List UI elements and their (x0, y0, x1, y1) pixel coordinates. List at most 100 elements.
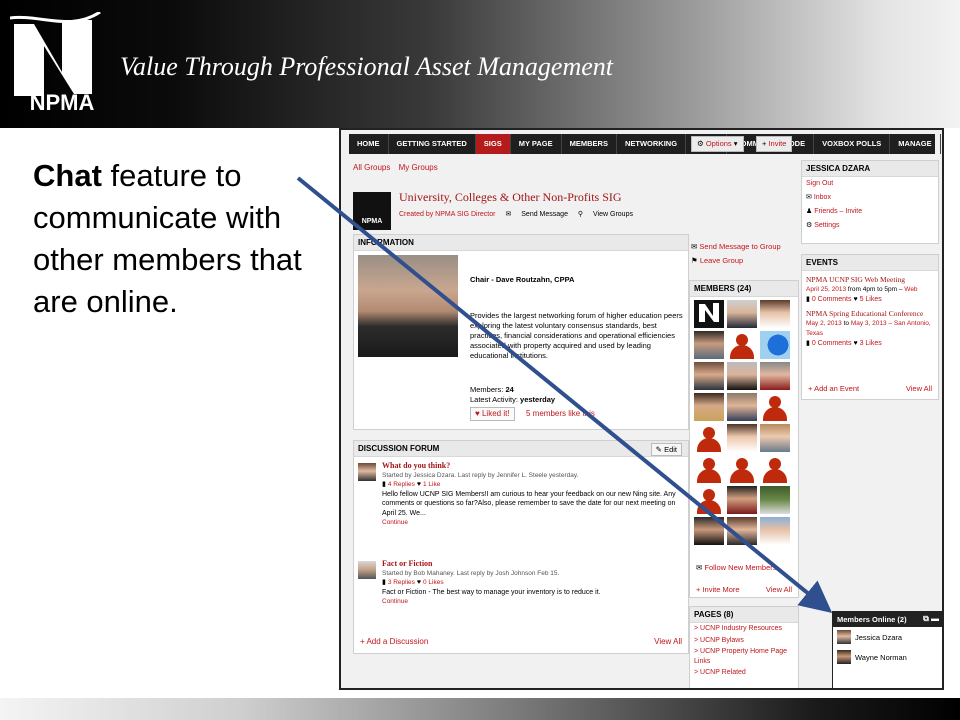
invite-more-link[interactable]: + Invite More (696, 585, 740, 594)
members-panel: MEMBERS (24) ✉ Follow New Members + Invi… (689, 280, 799, 598)
member-avatar[interactable] (694, 300, 724, 328)
gear-icon: ⚙ (697, 139, 704, 148)
settings-link[interactable]: ⚙ Settings (802, 219, 938, 233)
events-panel: EVENTS NPMA UCNP SIG Web Meeting April 2… (801, 254, 939, 400)
member-avatar[interactable] (727, 517, 757, 545)
chat-minimize-icon[interactable]: ⧉ ▬ (923, 614, 939, 624)
member-avatar[interactable] (727, 455, 757, 483)
member-avatar[interactable] (694, 517, 724, 545)
invite-label: Invite (768, 139, 787, 148)
group-main: All Groups My Groups NPMA University, Co… (349, 156, 689, 688)
member-avatar[interactable] (727, 331, 757, 359)
page-link[interactable]: > UCNP Property Home Page Links (690, 647, 798, 667)
member-avatar[interactable] (694, 455, 724, 483)
follow-new-members-link[interactable]: ✉ Follow New Members (696, 563, 777, 572)
add-event-link[interactable]: + Add an Event (808, 384, 859, 393)
member-avatar[interactable] (694, 331, 724, 359)
comment-icon: ▮ (382, 579, 386, 586)
member-avatar[interactable] (760, 300, 790, 328)
event-title[interactable]: NPMA UCNP SIG Web Meeting (806, 275, 934, 285)
member-avatar[interactable] (694, 393, 724, 421)
chat-user[interactable]: Wayne Norman (833, 647, 942, 667)
nav-item-my-page[interactable]: MY PAGE (511, 134, 562, 154)
event-date-end: Web (904, 286, 918, 293)
send-message-link[interactable]: Send Message (521, 211, 568, 218)
comment-icon: ▮ (382, 481, 386, 488)
binoculars-icon: ⚲ (577, 211, 584, 218)
member-avatar[interactable] (727, 300, 757, 328)
avatar (358, 561, 376, 579)
member-avatar[interactable] (760, 331, 790, 359)
information-header: INFORMATION (354, 235, 688, 251)
friends-invite-link[interactable]: Invite (845, 208, 862, 215)
member-avatar[interactable] (694, 362, 724, 390)
edit-button[interactable]: ✎ Edit (650, 443, 682, 456)
page-link[interactable]: > UCNP Industry Resources (690, 623, 798, 635)
leave-group-link[interactable]: ⚑ Leave Group (691, 254, 799, 268)
member-avatar[interactable] (694, 486, 724, 514)
liked-label: Liked it! (481, 409, 510, 418)
chat-header[interactable]: Members Online (2) ⧉ ▬ (833, 612, 942, 627)
nav-item-networking[interactable]: NETWORKING (617, 134, 687, 154)
continue-link[interactable]: Continue (382, 518, 684, 528)
page-link[interactable]: > UCNP Related (690, 667, 798, 679)
member-avatar[interactable] (727, 424, 757, 452)
chat-user[interactable]: Jessica Dzara (833, 627, 942, 647)
nav-item-members[interactable]: MEMBERS (562, 134, 617, 154)
comment-icon: ▮ (806, 340, 810, 347)
post-likes[interactable]: 0 Likes (423, 579, 444, 586)
post-title[interactable]: Fact or Fiction (382, 559, 684, 569)
liked-button[interactable]: ♥ Liked it! (470, 407, 515, 421)
member-avatar[interactable] (760, 393, 790, 421)
post-replies[interactable]: 4 Replies (388, 481, 415, 488)
likes-text[interactable]: 5 members like this (526, 409, 595, 418)
member-avatar[interactable] (760, 486, 790, 514)
members-view-all-link[interactable]: View All (766, 585, 792, 594)
invite-button[interactable]: + Invite (756, 136, 793, 152)
event-likes[interactable]: 3 Likes (860, 340, 882, 347)
event-likes[interactable]: 5 Likes (860, 296, 882, 303)
chat-header-label: Members Online (2) (837, 615, 907, 624)
chair-name: Chair - Dave Routzahn, CPPA (470, 275, 575, 284)
forum-view-all-link[interactable]: View All (654, 637, 682, 646)
post-likes[interactable]: 1 Like (423, 481, 440, 488)
nav-item-getting-started[interactable]: GETTING STARTED (389, 134, 476, 154)
created-by[interactable]: Created by NPMA SIG Director (399, 211, 495, 218)
friends-link[interactable]: ♟ Friends – Invite (802, 205, 938, 219)
send-message-group-label: Send Message to Group (699, 242, 781, 251)
event-comments[interactable]: 0 Comments (812, 340, 852, 347)
all-groups-link[interactable]: All Groups (353, 163, 390, 172)
member-avatar[interactable] (727, 362, 757, 390)
continue-link[interactable]: Continue (382, 597, 684, 607)
group-links: All Groups My Groups (353, 163, 444, 172)
event-date: April 25, 2013 from 4pm to 5pm – Web (806, 285, 934, 295)
nav-item-sigs[interactable]: SIGS (475, 134, 511, 154)
post-title[interactable]: What do you think? (382, 461, 684, 471)
members-value: 24 (505, 385, 514, 394)
events-view-all-link[interactable]: View All (906, 384, 932, 393)
add-discussion-link[interactable]: + Add a Discussion (360, 637, 428, 646)
slide-banner: NPMA Value Through Professional Asset Ma… (0, 0, 960, 128)
page-link[interactable]: > UCNP Bylaws (690, 635, 798, 647)
event-comments[interactable]: 0 Comments (812, 296, 852, 303)
member-avatar[interactable] (760, 455, 790, 483)
member-avatar[interactable] (760, 362, 790, 390)
view-groups-link[interactable]: View Groups (593, 211, 633, 218)
options-button[interactable]: ⚙ Options ▾ (691, 136, 744, 152)
nav-item-manage[interactable]: MANAGE (890, 134, 941, 154)
member-avatar[interactable] (694, 424, 724, 452)
forum-post: What do you think? Started by Jessica Dz… (358, 461, 684, 528)
post-replies[interactable]: 3 Replies (388, 579, 415, 586)
send-message-group-link[interactable]: ✉ Send Message to Group (691, 240, 799, 254)
member-avatar[interactable] (760, 424, 790, 452)
inbox-link[interactable]: ✉ Inbox (802, 191, 938, 205)
member-avatar[interactable] (727, 393, 757, 421)
my-groups-link[interactable]: My Groups (399, 163, 438, 172)
event-title[interactable]: NPMA Spring Educational Conference (806, 309, 934, 319)
sign-out-link[interactable]: Sign Out (802, 177, 938, 191)
nav-item-voxbox-polls[interactable]: VOXBOX POLLS (814, 134, 891, 154)
nav-item-home[interactable]: HOME (349, 134, 389, 154)
member-avatar[interactable] (760, 517, 790, 545)
member-avatar[interactable] (727, 486, 757, 514)
members-online-chat[interactable]: Members Online (2) ⧉ ▬ Jessica Dzara Wayn… (832, 611, 942, 688)
